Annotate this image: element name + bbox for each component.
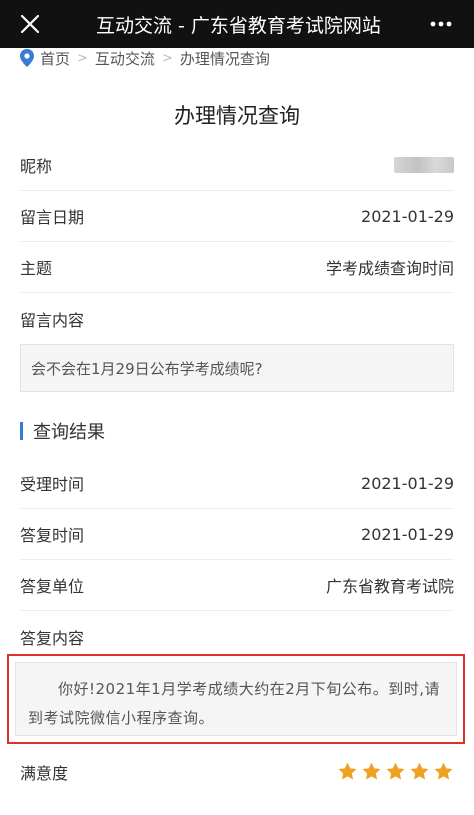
breadcrumb-interaction[interactable]: 互动交流 <box>95 48 155 69</box>
date-label: 留言日期 <box>20 208 85 227</box>
page-title: 办理情况查询 <box>174 104 300 128</box>
section-accent-bar <box>20 422 23 440</box>
reply-highlight: 你好!2021年1月学考成绩大约在2月下旬公布。到时,请到考试院微信小程序查询。 <box>7 654 465 744</box>
breadcrumb-current: 办理情况查询 <box>179 49 270 68</box>
breadcrumb: 首页 > 互动交流 > 办理情况查询 <box>20 47 270 69</box>
content-label: 留言内容 <box>20 310 85 330</box>
nickname-row: 昵称 <box>20 140 454 191</box>
subject-value: 学考成绩查询时间 <box>325 259 454 278</box>
accept-time-row: 受理时间 2021-01-29 <box>20 458 454 509</box>
breadcrumb-home[interactable]: 首页 <box>40 48 70 69</box>
reply-time-value: 2021-01-29 <box>361 524 454 544</box>
nickname-label: 昵称 <box>20 157 53 176</box>
blurred-nickname <box>394 157 454 173</box>
reply-content-box: 你好!2021年1月学考成绩大约在2月下旬公布。到时,请到考试院微信小程序查询。 <box>15 662 457 736</box>
accept-time-label: 受理时间 <box>20 475 85 494</box>
satisfaction-stars <box>337 761 454 782</box>
content-row: 留言内容 <box>20 293 454 344</box>
message-content-box: 会不会在1月29日公布学考成绩呢? <box>20 344 454 392</box>
date-value: 2021-01-29 <box>361 206 454 226</box>
subject-row: 主题 学考成绩查询时间 <box>20 242 454 293</box>
star-icon[interactable] <box>337 761 358 782</box>
reply-time-row: 答复时间 2021-01-29 <box>20 509 454 560</box>
chevron-right-icon: > <box>77 50 88 66</box>
result-section-title: 查询结果 <box>33 422 105 443</box>
reply-unit-label: 答复单位 <box>20 577 85 596</box>
star-icon[interactable] <box>385 761 406 782</box>
chevron-right-icon: > <box>161 50 173 66</box>
subject-label: 主题 <box>20 259 53 278</box>
satisfaction-label: 满意度 <box>20 763 69 783</box>
window-title: 互动交流 - 广东省教育考试院网站 <box>96 15 381 37</box>
location-pin-icon <box>20 49 34 67</box>
close-icon[interactable] <box>14 8 46 40</box>
reply-unit-row: 答复单位 广东省教育考试院 <box>20 560 454 611</box>
star-icon[interactable] <box>361 761 382 782</box>
date-row: 留言日期 2021-01-29 <box>20 191 454 242</box>
result-section-header: 查询结果 <box>20 417 105 445</box>
reply-unit-value: 广东省教育考试院 <box>325 577 454 596</box>
top-bar: 互动交流 - 广东省教育考试院网站 <box>0 0 474 48</box>
satisfaction-row: 满意度 <box>20 746 454 797</box>
more-options-icon[interactable] <box>426 10 456 38</box>
star-icon[interactable] <box>409 761 430 782</box>
accept-time-value: 2021-01-29 <box>361 473 454 493</box>
reply-time-label: 答复时间 <box>20 526 85 545</box>
star-icon[interactable] <box>433 761 454 782</box>
reply-content-label: 答复内容 <box>20 628 85 648</box>
